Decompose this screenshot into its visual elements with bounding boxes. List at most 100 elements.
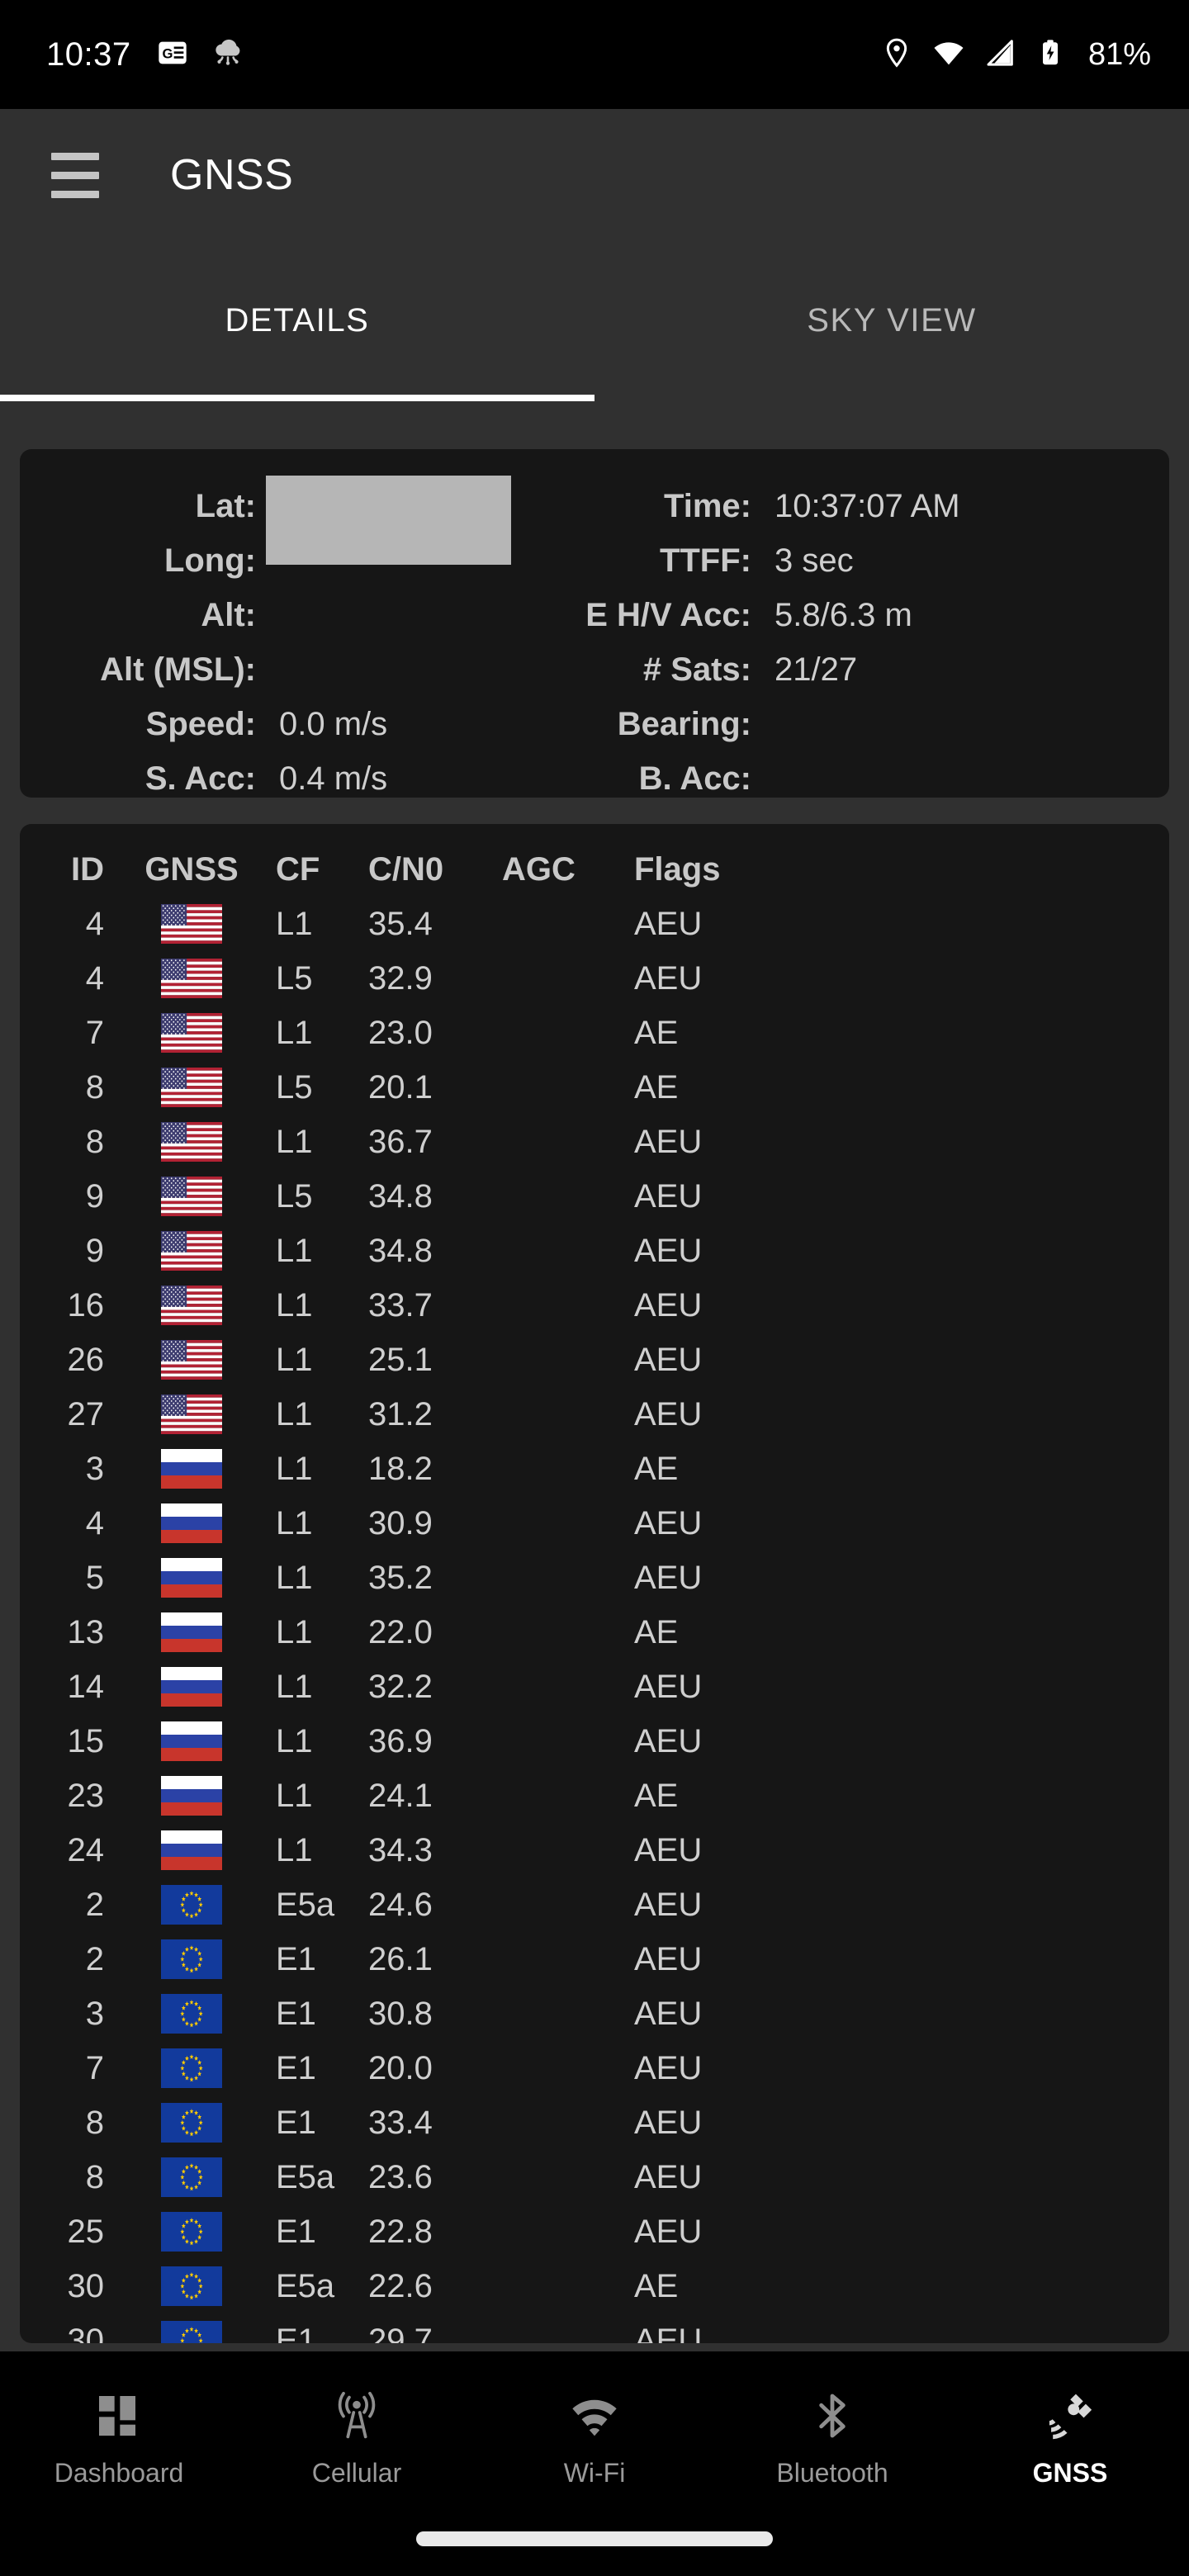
bottom-nav-items: Dashboard Cellular Wi-Fi Bluetooth GNSS — [0, 2351, 1189, 2522]
nav-label-bluetooth: Bluetooth — [776, 2457, 888, 2488]
table-row: 8 E5a 23.6 AEU — [20, 2150, 1169, 2204]
nav-label-gnss: GNSS — [1032, 2457, 1108, 2488]
label-bearing-acc: B. Acc: — [638, 760, 751, 797]
cell-cf: L1 — [276, 1123, 313, 1160]
label-num-sats: # Sats: — [642, 651, 751, 688]
column-header-agc: AGC — [502, 850, 576, 888]
cell-id: 8 — [85, 1068, 104, 1106]
cell-flags: AE — [634, 1014, 679, 1051]
hamburger-line — [51, 171, 99, 179]
cell-id: 7 — [85, 2049, 104, 2086]
satellite-rows-container: 4 L1 35.4 AEU 4 L5 32.9 AEU 7 L1 23.0 AE 8 L5 20.1 AE 8 L… — [20, 897, 1169, 2343]
label-long: Long: — [163, 542, 256, 579]
cell-id: 30 — [67, 2267, 105, 2304]
tab-sky-view[interactable]: SKY VIEW — [594, 241, 1189, 400]
label-ttff: TTFF: — [659, 542, 751, 579]
satellite-table-card[interactable]: ID GNSS CF C/N0 AGC Flags 4 L1 35.4 AEU 4 L5 3… — [20, 824, 1169, 2343]
cell-cno: 23.0 — [368, 1014, 433, 1051]
cell-gnss-flag-eu-icon — [121, 1885, 263, 1925]
value-num-sats: 21/27 — [775, 651, 858, 688]
gnss-app-screen: 10:37 G 81% GNSS DETAILS SKY VIEW Lat: T… — [0, 0, 1189, 2576]
hamburger-line — [51, 190, 99, 198]
cell-gnss-flag-ru-icon — [121, 1721, 263, 1761]
cell-cno: 35.2 — [368, 1559, 433, 1596]
table-row: 7 L1 23.0 AE — [20, 1006, 1169, 1060]
cell-id: 2 — [85, 1940, 104, 1977]
table-row: 4 L1 35.4 AEU — [20, 897, 1169, 951]
nav-label-cellular: Cellular — [311, 2457, 402, 2488]
cell-cf: L1 — [276, 1777, 313, 1814]
cell-flags: AEU — [634, 1504, 703, 1541]
cell-flags: AEU — [634, 905, 703, 942]
table-row: 2 E1 26.1 AEU — [20, 1932, 1169, 1986]
table-row: 23 L1 24.1 AE — [20, 1769, 1169, 1823]
cell-gnss-flag-eu-icon — [121, 2157, 263, 2197]
cell-id: 4 — [85, 905, 104, 942]
cell-flags: AEU — [634, 2104, 703, 2141]
table-row: 3 L1 18.2 AE — [20, 1442, 1169, 1496]
cell-id: 7 — [85, 1014, 104, 1051]
cell-cno: 23.6 — [368, 2158, 433, 2195]
status-bar: 10:37 G 81% — [0, 0, 1189, 109]
cell-cno: 30.8 — [368, 1995, 433, 2032]
cell-gnss-flag-eu-icon — [121, 1939, 263, 1979]
cell-flags: AEU — [634, 1123, 703, 1160]
satellite-table: ID GNSS CF C/N0 AGC Flags 4 L1 35.4 AEU 4 L5 3… — [20, 824, 1169, 2343]
cell-cf: E5a — [276, 2267, 335, 2304]
cell-id: 13 — [67, 1613, 105, 1650]
nav-item-gnss[interactable]: GNSS — [951, 2351, 1189, 2522]
app-bar: GNSS — [0, 109, 1189, 241]
cell-cno: 31.2 — [368, 1395, 433, 1432]
cell-cno: 24.1 — [368, 1777, 433, 1814]
cell-cf: L1 — [276, 1341, 313, 1378]
value-alt-msl — [266, 642, 514, 697]
tab-bar: DETAILS SKY VIEW — [0, 241, 1189, 400]
cell-flags: AEU — [634, 959, 703, 997]
cell-gnss-flag-us-icon — [121, 959, 263, 998]
cell-cno: 29.7 — [368, 2322, 433, 2344]
cell-cf: L5 — [276, 1177, 313, 1215]
cell-id: 23 — [67, 1777, 105, 1814]
cell-cf: L5 — [276, 1068, 313, 1106]
hamburger-menu-icon[interactable] — [51, 152, 99, 198]
status-bar-system-icons: 81% — [880, 36, 1151, 74]
nav-item-bluetooth[interactable]: Bluetooth — [713, 2351, 951, 2522]
cell-cf: L1 — [276, 1559, 313, 1596]
table-row: 9 L5 34.8 AEU — [20, 1169, 1169, 1224]
cell-cf: E5a — [276, 2158, 335, 2195]
cell-id: 8 — [85, 1123, 104, 1160]
cell-flags: AEU — [634, 2158, 703, 2195]
column-header-id: ID — [71, 850, 104, 888]
cell-cf: E1 — [276, 2322, 316, 2344]
cell-gnss-flag-ru-icon — [121, 1503, 263, 1543]
cell-cf: E1 — [276, 1995, 316, 2032]
cell-flags: AE — [634, 1613, 679, 1650]
table-row: 3 E1 30.8 AEU — [20, 1986, 1169, 2041]
cell-cno: 24.6 — [368, 1886, 433, 1923]
cell-id: 27 — [67, 1395, 105, 1432]
cell-flags: AEU — [634, 1341, 703, 1378]
status-bar-notification-icons: G — [156, 36, 245, 74]
nav-item-cellular[interactable]: Cellular — [238, 2351, 476, 2522]
cell-id: 8 — [85, 2158, 104, 2195]
cell-cf: L1 — [276, 1504, 313, 1541]
tab-active-indicator — [0, 395, 594, 401]
tab-details[interactable]: DETAILS — [0, 241, 594, 400]
label-alt-msl: Alt (MSL): — [100, 651, 256, 688]
nav-item-wifi[interactable]: Wi-Fi — [476, 2351, 713, 2522]
label-speed-acc: S. Acc: — [144, 760, 256, 797]
label-bearing: Bearing: — [617, 706, 751, 742]
cell-flags: AE — [634, 1777, 679, 1814]
gesture-navigation-bar[interactable] — [416, 2531, 773, 2546]
svg-text:G: G — [162, 45, 173, 61]
table-row: 25 E1 22.8 AEU — [20, 2204, 1169, 2259]
cell-gnss-flag-ru-icon — [121, 1667, 263, 1707]
cell-id: 4 — [85, 1504, 104, 1541]
table-row: 8 E1 33.4 AEU — [20, 2095, 1169, 2150]
cell-gnss-flag-us-icon — [121, 1286, 263, 1325]
redaction-overlay — [266, 476, 511, 565]
label-alt: Alt: — [201, 597, 256, 633]
nav-item-dashboard[interactable]: Dashboard — [0, 2351, 238, 2522]
cell-cf: L1 — [276, 1613, 313, 1650]
table-row: 7 E1 20.0 AEU — [20, 2041, 1169, 2095]
